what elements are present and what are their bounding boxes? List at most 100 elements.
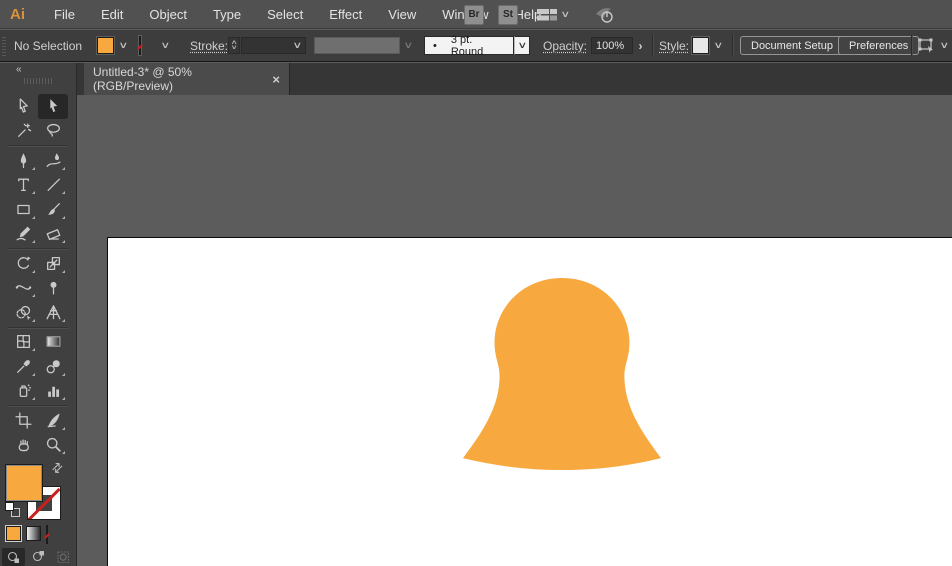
- opacity-panel-arrow[interactable]: ›: [634, 37, 647, 54]
- chevron-down-icon: ∨: [230, 44, 238, 51]
- document-setup-button[interactable]: Document Setup: [740, 36, 844, 55]
- paint-type-buttons: [0, 524, 77, 544]
- eyedropper-tool[interactable]: [8, 354, 38, 379]
- gpu-performance-icon[interactable]: [593, 5, 617, 25]
- type-tool[interactable]: [8, 173, 38, 198]
- stroke-weight-select[interactable]: ∨: [241, 37, 306, 54]
- stroke-weight-label[interactable]: Stroke:: [190, 39, 228, 53]
- chevron-down-icon: ∨: [713, 40, 723, 50]
- draw-normal-button[interactable]: [2, 548, 25, 566]
- panel-gripper-icon[interactable]: [24, 78, 52, 84]
- menu-select[interactable]: Select: [254, 0, 316, 29]
- rotate-tool[interactable]: [8, 251, 38, 276]
- draw-inside-button: [52, 548, 75, 566]
- separator: [652, 35, 653, 56]
- brush-name: 3 pt. Round: [450, 33, 484, 58]
- paintbrush-tool[interactable]: [38, 197, 68, 222]
- lasso-tool[interactable]: [38, 119, 68, 144]
- tools-panel: « ⇄: [0, 63, 77, 566]
- touch-workspace-icon[interactable]: [917, 36, 936, 60]
- brush-preview-dot: •: [433, 39, 437, 52]
- opacity-input[interactable]: 100%: [591, 37, 633, 54]
- mesh-tool[interactable]: [8, 330, 38, 355]
- artboard[interactable]: [107, 237, 952, 566]
- stroke-color-dropdown[interactable]: ∨: [158, 37, 172, 54]
- menu-effect[interactable]: Effect: [316, 0, 375, 29]
- document-tab-bar: Untitled-3* @ 50% (RGB/Preview) ×: [77, 63, 952, 95]
- workspace-layout-icon: [537, 8, 557, 20]
- menu-object[interactable]: Object: [136, 0, 200, 29]
- color-button[interactable]: [6, 526, 21, 541]
- shaper-tool[interactable]: [8, 222, 38, 247]
- puppet-warp-tool[interactable]: [38, 276, 68, 301]
- selection-tool[interactable]: [8, 94, 38, 119]
- canvas-viewport[interactable]: [77, 95, 952, 566]
- drawing-mode-buttons: [2, 548, 75, 566]
- scale-tool[interactable]: [38, 251, 68, 276]
- line-segment-tool[interactable]: [38, 173, 68, 198]
- brush-definition-dropdown[interactable]: ∨: [514, 36, 530, 55]
- column-graph-tool[interactable]: [38, 379, 68, 404]
- gradient-button[interactable]: [26, 526, 41, 541]
- default-fill-stroke-icon[interactable]: [5, 502, 21, 518]
- workspace-switcher[interactable]: ∨: [536, 7, 570, 23]
- graphic-style-swatch[interactable]: [692, 37, 709, 54]
- main-area: « ⇄ Untitled-3* @ 50% (RGB/Preview) ×: [0, 63, 952, 566]
- bridge-button[interactable]: Br: [464, 4, 484, 25]
- width-profile-select: [314, 37, 400, 54]
- menu-file[interactable]: File: [41, 0, 88, 29]
- shape-builder-tool[interactable]: [8, 300, 38, 325]
- width-tool[interactable]: [8, 276, 38, 301]
- illustrator-window: Ai File Edit Object Type Select Effect V…: [0, 0, 952, 566]
- control-bar-gripper[interactable]: [2, 35, 6, 56]
- slice-tool[interactable]: [38, 408, 68, 433]
- illustrator-logo: Ai: [10, 5, 25, 23]
- direct-selection-tool[interactable]: [38, 94, 68, 119]
- bell-shape[interactable]: [460, 275, 664, 473]
- separator: [732, 35, 733, 56]
- curvature-tool[interactable]: [38, 148, 68, 173]
- chevron-down-icon: ∨: [939, 40, 949, 50]
- pen-tool[interactable]: [8, 148, 38, 173]
- blend-tool[interactable]: [38, 354, 68, 379]
- magic-wand-tool[interactable]: [8, 119, 38, 144]
- preferences-button[interactable]: Preferences: [838, 36, 920, 55]
- close-icon[interactable]: ×: [272, 72, 280, 87]
- menu-view[interactable]: View: [375, 0, 429, 29]
- touch-workspace-dropdown[interactable]: ∨: [937, 37, 951, 54]
- hand-tool[interactable]: [8, 433, 38, 458]
- draw-behind-button[interactable]: [27, 548, 50, 566]
- fill-well[interactable]: [5, 464, 43, 502]
- perspective-grid-tool[interactable]: [38, 300, 68, 325]
- opacity-label[interactable]: Opacity:: [543, 39, 587, 53]
- graphic-style-dropdown[interactable]: ∨: [711, 37, 725, 54]
- eraser-tool[interactable]: [38, 222, 68, 247]
- selection-status: No Selection: [14, 39, 83, 53]
- menu-type[interactable]: Type: [200, 0, 254, 29]
- document-tab-title: Untitled-3* @ 50% (RGB/Preview): [93, 65, 192, 93]
- chevron-down-icon: ∨: [517, 40, 527, 50]
- artboard-tool[interactable]: [8, 408, 38, 433]
- style-label[interactable]: Style:: [659, 39, 689, 53]
- none-button[interactable]: [46, 525, 48, 544]
- menu-edit[interactable]: Edit: [88, 0, 136, 29]
- stroke-weight-stepper[interactable]: ∧ ∨: [228, 37, 240, 54]
- menu-bar: Ai File Edit Object Type Select Effect V…: [0, 0, 952, 29]
- chevron-down-icon: ∨: [118, 40, 128, 50]
- document-tab[interactable]: Untitled-3* @ 50% (RGB/Preview) ×: [84, 63, 290, 95]
- zoom-tool[interactable]: [38, 433, 68, 458]
- gradient-tool[interactable]: [38, 330, 68, 355]
- fill-color-dropdown[interactable]: ∨: [116, 37, 130, 54]
- stock-button[interactable]: St: [498, 4, 518, 25]
- tool-grid: [8, 94, 68, 457]
- control-bar: No Selection ∨ ∨ Stroke: ∧ ∨ ∨ ∨ • 3 pt.…: [0, 30, 952, 62]
- swap-fill-stroke-icon[interactable]: ⇄: [48, 458, 67, 477]
- brush-definition-value[interactable]: • 3 pt. Round: [424, 33, 514, 58]
- document-area: Untitled-3* @ 50% (RGB/Preview) ×: [77, 63, 952, 566]
- symbol-sprayer-tool[interactable]: [8, 379, 38, 404]
- fill-color-swatch[interactable]: [97, 37, 114, 54]
- rectangle-tool[interactable]: [8, 197, 38, 222]
- width-profile-dropdown: ∨: [401, 37, 415, 54]
- panel-collapse-button[interactable]: «: [16, 64, 22, 75]
- stroke-color-swatch[interactable]: [139, 36, 141, 55]
